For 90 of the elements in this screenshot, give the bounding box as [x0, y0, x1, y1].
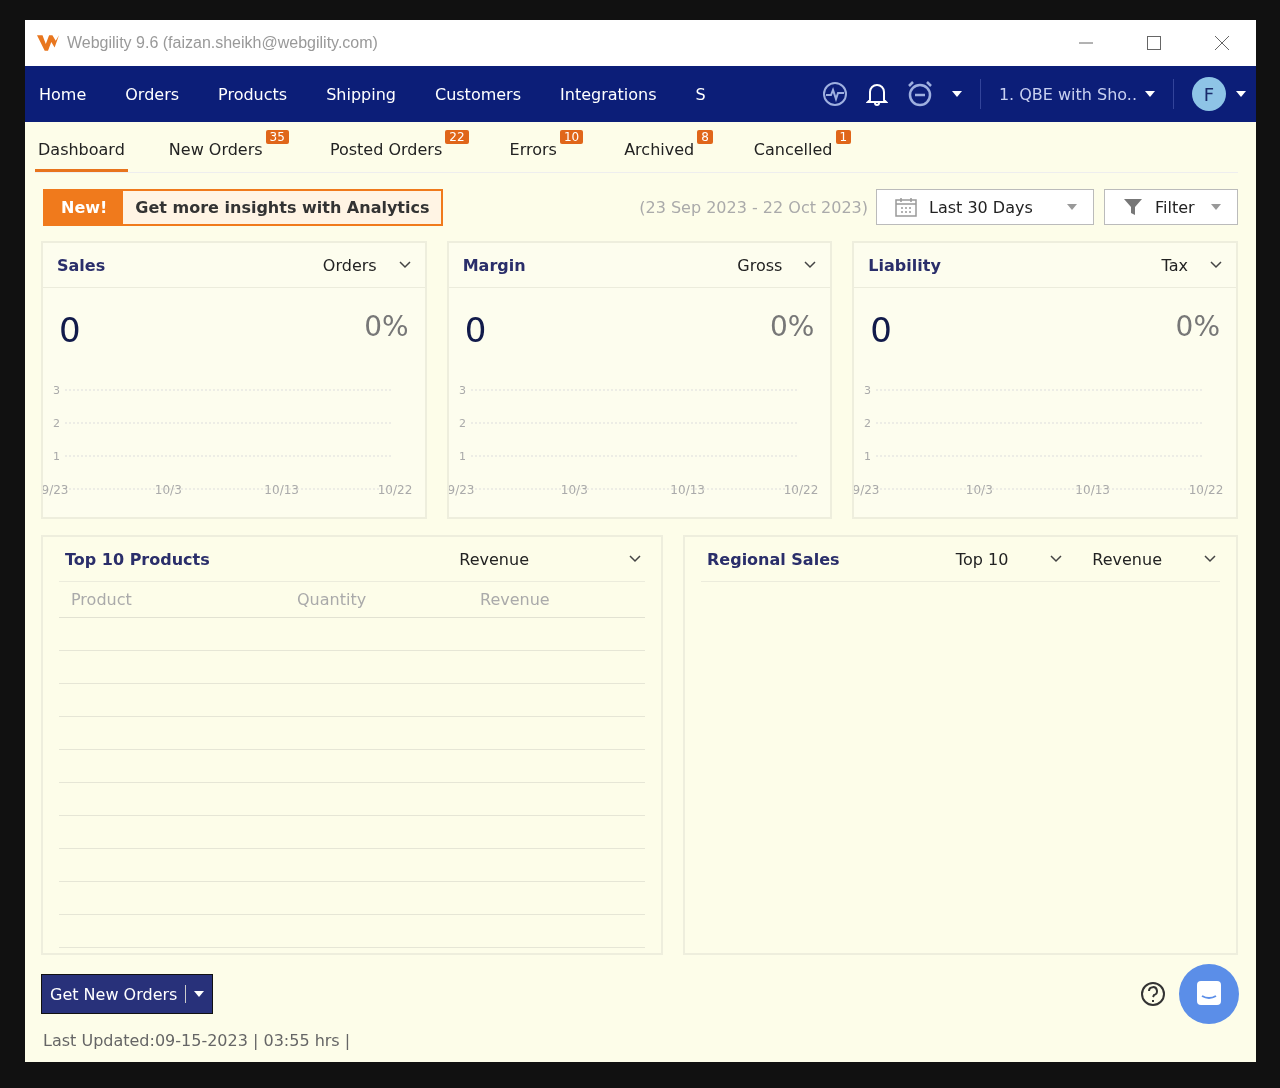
caret-icon [1211, 204, 1221, 210]
metric-change: 0% [1175, 310, 1220, 345]
nav-item[interactable]: Orders [125, 84, 180, 104]
x-tick-label: 10/22 [377, 483, 413, 497]
column-header: Quantity [297, 590, 368, 609]
card-title: Sales [57, 255, 107, 275]
x-tick-label: 10/22 [1189, 483, 1224, 497]
chevron-down-icon [1204, 555, 1216, 563]
x-tick-label: 9/23 [448, 483, 475, 497]
tab[interactable]: Posted Orders [326, 136, 446, 172]
close-icon[interactable] [1214, 35, 1230, 51]
chevron-down-icon [1210, 261, 1222, 269]
last-updated-text: Last Updated:09-15-2023 | 03:55 hrs | [43, 1031, 352, 1050]
nav-item[interactable]: Home [39, 84, 87, 104]
tab[interactable]: New Orders [165, 136, 266, 172]
y-tick-label: 3 [458, 384, 466, 397]
x-tick-label: 10/3 [154, 483, 182, 497]
card-title: Margin [462, 255, 527, 275]
nav-item[interactable]: Customers [434, 84, 521, 104]
chevron-down-icon [398, 261, 411, 269]
count-badge: 35 [265, 130, 289, 144]
filter-icon [1123, 197, 1143, 217]
metric-dropdown[interactable]: Orders [322, 255, 411, 275]
y-tick-label: 3 [864, 384, 872, 397]
user-avatar[interactable]: F [1192, 77, 1226, 111]
chevron-down-icon [1050, 555, 1063, 563]
metric-dropdown[interactable]: Tax [1161, 255, 1222, 275]
count-badge: 8 [697, 130, 713, 144]
app-logo-icon [37, 34, 59, 52]
caret-icon [1145, 91, 1155, 97]
y-tick-label: 3 [53, 384, 60, 397]
nav-item[interactable]: Integrations [560, 84, 657, 104]
analytics-link[interactable]: Get more insights with Analytics [123, 190, 442, 224]
calendar-icon [895, 197, 917, 217]
filter-dropdown[interactable]: Revenue [1092, 549, 1216, 569]
metric-change: 0% [769, 310, 815, 345]
metric-value: 0 [464, 310, 487, 350]
panel-title: Top 10 Products [65, 549, 211, 569]
y-tick-label: 2 [458, 417, 466, 430]
y-tick-label: 2 [53, 417, 60, 430]
tab[interactable]: Errors [506, 136, 560, 172]
y-tick-label: 2 [864, 417, 872, 430]
caret-icon[interactable] [951, 91, 962, 97]
get-new-orders-button[interactable]: Get New Orders [41, 974, 214, 1014]
count-badge: 1 [835, 130, 852, 144]
caret-icon [194, 991, 205, 997]
column-header: Revenue [480, 590, 551, 609]
sort-dropdown[interactable]: Revenue [459, 549, 641, 569]
nav-item[interactable]: S [695, 84, 706, 104]
maximize-icon[interactable] [1146, 35, 1162, 51]
metric-dropdown[interactable]: Gross [737, 255, 817, 275]
date-range: (23 Sep 2023 - 22 Oct 2023) [639, 197, 868, 217]
activity-icon[interactable] [821, 81, 848, 107]
metric-value: 0 [59, 310, 81, 350]
x-tick-label: 10/3 [966, 483, 994, 497]
caret-icon [1067, 204, 1077, 210]
tab[interactable]: Cancelled [750, 136, 836, 172]
caret-icon[interactable] [1236, 91, 1246, 97]
new-badge: New! [45, 190, 124, 224]
metric-value: 0 [870, 310, 892, 350]
period-dropdown[interactable]: Last 30 Days [876, 189, 1094, 225]
x-tick-label: 10/13 [264, 483, 299, 497]
y-tick-label: 1 [864, 450, 872, 463]
card-title: Liability [868, 255, 942, 275]
x-tick-label: 9/23 [854, 483, 880, 497]
store-selector[interactable]: 1. QBE with Sho.. [998, 84, 1155, 104]
tab[interactable]: Dashboard [35, 136, 128, 172]
x-tick-label: 10/3 [560, 483, 588, 497]
panel-title: Regional Sales [707, 549, 841, 569]
tab[interactable]: Archived [621, 136, 698, 172]
count-badge: 10 [559, 130, 584, 144]
y-tick-label: 1 [53, 450, 60, 463]
chevron-down-icon [629, 555, 641, 563]
y-tick-label: 1 [458, 450, 466, 463]
x-tick-label: 10/22 [783, 483, 818, 497]
window-title: Webgility 9.6 (faizan.sheikh@webgility.com) [67, 34, 379, 52]
x-tick-label: 10/13 [1075, 483, 1111, 497]
x-tick-label: 9/23 [43, 483, 69, 497]
x-tick-label: 10/13 [670, 483, 705, 497]
nav-item[interactable]: Products [218, 84, 288, 104]
chevron-down-icon [804, 261, 817, 269]
column-header: Product [71, 590, 133, 609]
nav-item[interactable]: Shipping [326, 84, 396, 104]
filter-dropdown[interactable]: Filter [1104, 189, 1238, 225]
filter-dropdown[interactable]: Top 10 [955, 549, 1063, 569]
count-badge: 22 [445, 130, 469, 144]
help-icon[interactable] [1140, 981, 1166, 1007]
bell-icon[interactable] [865, 82, 888, 106]
chat-icon[interactable] [1178, 963, 1240, 1025]
metric-change: 0% [364, 310, 409, 345]
